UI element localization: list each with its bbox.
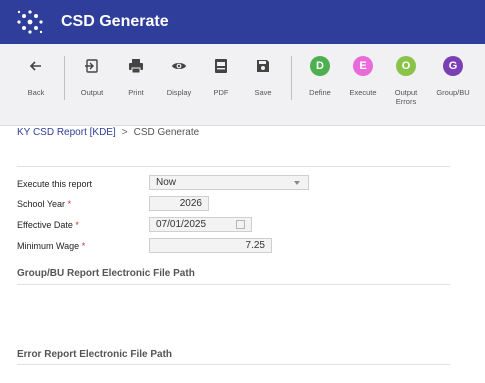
app-title: CSD Generate: [61, 13, 169, 30]
form-top-divider: [17, 166, 450, 167]
back-button[interactable]: Back: [13, 54, 59, 97]
section-divider: [17, 364, 450, 365]
save-label: Save: [254, 88, 272, 97]
minimum-wage-input[interactable]: 7.25: [149, 238, 272, 253]
toolbar: Back Output Print Display PDF Save D Def…: [0, 44, 485, 126]
execute-field-label: Execute this report: [17, 179, 93, 189]
school-year-label: School Year *: [17, 199, 72, 209]
back-label: Back: [27, 88, 45, 97]
pdf-button[interactable]: PDF: [198, 54, 244, 97]
minimum-wage-label: Minimum Wage *: [17, 241, 86, 251]
define-label: Define: [309, 88, 331, 97]
execute-button[interactable]: E Execute: [340, 54, 386, 97]
toolbar-divider: [291, 56, 292, 100]
breadcrumb: KY CSD Report [KDE] > CSD Generate: [17, 127, 199, 138]
pdf-icon: [198, 54, 244, 78]
save-icon: [240, 54, 286, 78]
group-bu-label: Group/BU: [436, 88, 470, 97]
output-errors-label: Output Errors: [394, 88, 418, 106]
display-button[interactable]: Display: [156, 54, 202, 97]
print-button[interactable]: Print: [113, 54, 159, 97]
effective-date-label: Effective Date *: [17, 220, 79, 230]
execute-label: Execute: [349, 88, 377, 97]
app-logo-icon: [17, 10, 43, 34]
school-year-input[interactable]: 2026: [149, 196, 209, 211]
define-button[interactable]: D Define: [297, 54, 343, 97]
effective-date-input[interactable]: 07/01/2025: [149, 217, 252, 232]
breadcrumb-separator: >: [121, 127, 128, 138]
breadcrumb-current: CSD Generate: [133, 127, 200, 138]
print-icon: [113, 54, 159, 78]
define-circle-icon: D: [310, 56, 330, 76]
group-bu-button[interactable]: G Group/BU: [430, 54, 476, 97]
toolbar-divider: [64, 56, 65, 100]
back-arrow-icon: [13, 54, 59, 78]
eye-icon: [156, 54, 202, 78]
save-button[interactable]: Save: [240, 54, 286, 97]
required-marker: *: [67, 199, 72, 209]
chevron-down-icon: [294, 181, 300, 185]
output-icon: [69, 54, 115, 78]
group-bu-file-path-heading: Group/BU Report Electronic File Path: [17, 268, 195, 279]
title-bar: CSD Generate: [0, 0, 485, 44]
breadcrumb-parent-link[interactable]: KY CSD Report [KDE]: [17, 127, 116, 138]
output-button[interactable]: Output: [69, 54, 115, 97]
error-file-path-heading: Error Report Electronic File Path: [17, 349, 173, 360]
output-errors-circle-icon: O: [396, 56, 416, 76]
pdf-label: PDF: [213, 88, 229, 97]
output-errors-button[interactable]: O Output Errors: [383, 54, 429, 106]
print-label: Print: [128, 88, 144, 97]
required-marker: *: [75, 220, 79, 230]
required-marker: *: [81, 241, 86, 251]
output-label: Output: [80, 88, 104, 97]
group-bu-circle-icon: G: [443, 56, 463, 76]
execute-circle-icon: E: [353, 56, 373, 76]
calendar-icon[interactable]: [236, 220, 245, 229]
display-label: Display: [166, 88, 192, 97]
execute-select[interactable]: Now: [149, 175, 309, 190]
section-divider: [17, 284, 450, 285]
